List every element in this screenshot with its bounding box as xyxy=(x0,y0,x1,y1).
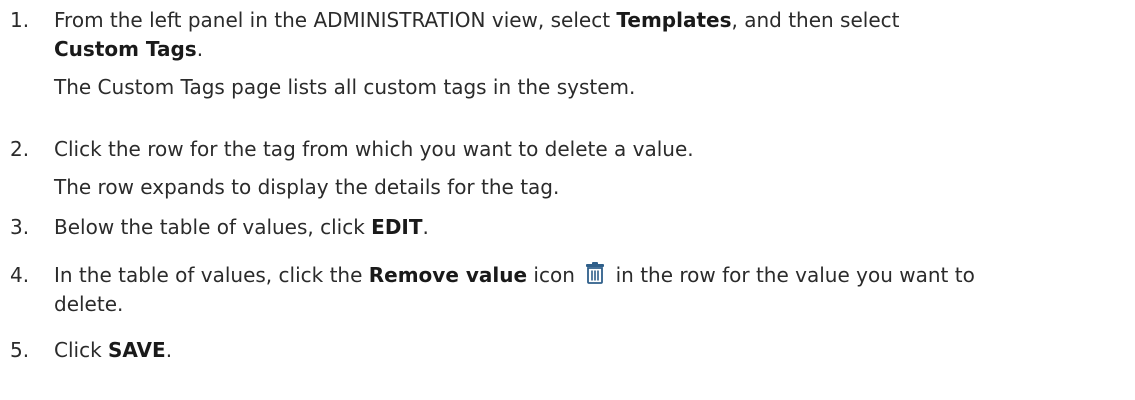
step-text-segment: delete. xyxy=(54,292,124,316)
step-text-segment: , and then select xyxy=(731,8,900,32)
save-label: SAVE xyxy=(108,338,166,362)
step-number: 2. xyxy=(10,137,30,161)
edit-label: EDIT xyxy=(371,215,423,239)
step-number: 3. xyxy=(10,215,30,239)
step-text-segment: icon xyxy=(527,263,575,287)
step-text: Below the table of values, click EDIT. xyxy=(54,213,1114,242)
step-3: 3. Below the table of values, click EDIT… xyxy=(0,213,1120,243)
trash-icon xyxy=(585,262,605,284)
templates-label: Templates xyxy=(616,8,732,32)
step-5: 5. Click SAVE. xyxy=(0,336,1120,366)
step-text-segment: Below the table of values, click xyxy=(54,215,372,239)
custom-tags-label: Custom Tags xyxy=(54,37,197,61)
remove-value-label: Remove value xyxy=(368,263,528,287)
step-number: 5. xyxy=(10,338,30,362)
step-text-segment: . xyxy=(422,215,429,239)
step-text: Click SAVE. xyxy=(54,336,1114,365)
step-1: 1. From the left panel in the ADMINISTRA… xyxy=(0,6,1120,99)
step-note: The row expands to display the details f… xyxy=(54,175,560,199)
step-number: 1. xyxy=(10,8,30,32)
step-text-segment: In the table of values, click the xyxy=(54,263,369,287)
step-text: Click the row for the tag from which you… xyxy=(54,137,694,161)
step-text-segment: in the row for the value you want to xyxy=(609,263,975,287)
step-text: In the table of values, click the Remove… xyxy=(54,261,1114,319)
step-text-segment: From the left panel in the ADMINISTRATIO… xyxy=(54,8,617,32)
step-number: 4. xyxy=(10,263,30,287)
step-text-segment: . xyxy=(165,338,173,362)
instruction-steps: 1. From the left panel in the ADMINISTRA… xyxy=(0,0,1135,400)
step-text-segment: Click xyxy=(54,338,109,362)
step-text-segment: . xyxy=(196,37,204,61)
step-4: 4. In the table of values, click the Rem… xyxy=(0,261,1120,321)
step-2: 2. Click the row for the tag from which … xyxy=(0,135,1120,205)
step-note: The Custom Tags page lists all custom ta… xyxy=(54,75,636,99)
step-text: From the left panel in the ADMINISTRATIO… xyxy=(54,6,1114,64)
